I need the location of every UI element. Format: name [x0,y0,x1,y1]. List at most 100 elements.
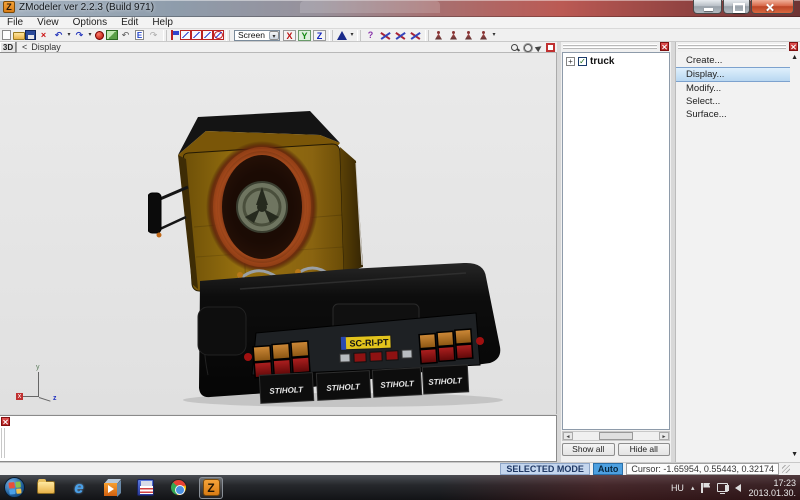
scroll-down-icon[interactable]: ▼ [791,451,798,458]
scene-tree-panel: + ✓ truck ◄ ► Show all Hide all [561,42,671,462]
maximize-button[interactable] [723,0,750,14]
screen-space-dropdown[interactable]: Screen ▾ [234,30,280,41]
chevron-down-icon[interactable]: ▾ [269,31,279,40]
mapper-disable-icon[interactable] [213,30,224,40]
rotate-tool-icon[interactable] [409,30,422,41]
viewport-back-arrow[interactable]: < [22,42,27,52]
command-select[interactable]: Select... [676,95,790,108]
delete-icon[interactable]: × [37,30,50,41]
menu-view[interactable]: View [30,17,66,29]
gizmo-cone-icon[interactable] [337,31,347,40]
close-button[interactable] [751,0,794,14]
ie-icon: e [74,479,83,497]
taskbar-chrome[interactable] [166,477,190,499]
viewport-view-name[interactable]: Display [31,42,61,52]
export-dropdown-icon[interactable]: ▾ [87,30,93,41]
zoom-icon[interactable] [510,43,521,52]
texture-browser-icon[interactable] [106,30,118,40]
panel-grip[interactable] [678,44,786,49]
mapper-box-icon[interactable] [180,30,191,40]
face-mode-icon[interactable] [462,30,475,41]
side-mirror[interactable] [148,187,188,238]
script-editor-icon[interactable]: E [135,30,144,40]
menu-file[interactable]: File [0,17,30,29]
show-all-button[interactable]: Show all [562,443,615,456]
truck-model[interactable]: SC-RI-PT STIHOLT [148,107,508,409]
command-modify[interactable]: Modify... [676,82,790,95]
move-tool-icon[interactable] [379,30,392,41]
start-button[interactable] [4,477,25,498]
pan-icon[interactable] [534,43,545,52]
action-center-flag-icon[interactable] [701,483,710,493]
object-mode-icon[interactable] [477,30,490,41]
tree-item-label[interactable]: truck [590,56,614,67]
menu-options[interactable]: Options [66,17,114,29]
open-file-icon[interactable] [13,32,25,40]
command-surface[interactable]: Surface... [676,108,790,121]
import-icon[interactable]: ↶ [52,30,65,41]
select-lasso-icon[interactable]: ? [364,30,377,41]
axis-x-button[interactable]: X [283,30,296,41]
mapper-box3-icon[interactable] [202,30,213,40]
new-file-icon[interactable] [2,30,11,40]
scene-tree-list[interactable]: + ✓ truck [562,52,670,430]
scrollbar-thumb[interactable] [599,432,633,440]
scene-tree-header[interactable] [561,42,671,52]
taskbar-internet-explorer[interactable]: e [67,477,91,499]
viewport-maximize-icon[interactable] [546,43,555,52]
commands-panel-header[interactable] [676,42,800,52]
undo-icon[interactable]: ↶ [119,30,132,41]
scroll-up-icon[interactable]: ▲ [791,54,798,61]
mapper-box2-icon[interactable] [191,30,202,40]
horizontal-scrollbar[interactable]: ◄ ► [562,431,670,441]
taskbar-media-app[interactable] [100,477,124,499]
language-indicator[interactable]: HU [671,483,684,493]
command-display[interactable]: Display... [676,67,790,82]
redo-icon[interactable]: ↷ [147,30,160,41]
uv-flag-icon[interactable] [169,30,180,40]
taskbar-save-app[interactable] [133,477,157,499]
export-icon[interactable]: ↷ [73,30,86,41]
mode-dropdown-icon[interactable]: ▾ [491,30,497,41]
texture-panel[interactable] [0,415,557,462]
material-editor-icon[interactable] [95,31,104,40]
viewport-settings-icon[interactable] [522,43,533,52]
gizmo-dropdown-icon[interactable]: ▾ [349,30,355,41]
tray-expand-icon[interactable]: ▴ [691,484,695,492]
save-file-icon[interactable] [25,30,36,40]
commands-panel-close-icon[interactable] [789,42,798,51]
visibility-checkbox[interactable]: ✓ [578,57,587,66]
taskbar-explorer[interactable] [34,477,58,499]
flame-emblem[interactable] [206,141,318,273]
clock[interactable]: 17:23 2013.01.30. [748,478,796,498]
menu-edit[interactable]: Edit [114,17,145,29]
viewport-canvas[interactable]: SC-RI-PT STIHOLT [0,53,557,414]
scale-tool-icon[interactable] [394,30,407,41]
auto-badge[interactable]: Auto [593,463,624,475]
import-dropdown-icon[interactable]: ▾ [66,30,72,41]
panel-grip[interactable] [1,428,6,458]
taskbar-zmodeler-active[interactable]: Z [199,477,223,499]
scroll-left-icon[interactable]: ◄ [563,432,573,440]
tree-row-truck[interactable]: + ✓ truck [563,53,669,67]
minimize-button[interactable] [693,0,722,14]
expand-icon[interactable]: + [566,57,575,66]
scrollbar-track[interactable] [573,432,659,440]
panel-grip[interactable] [563,44,657,49]
viewport-mode-button[interactable]: 3D [0,42,17,53]
window-titlebar[interactable]: Z ZModeler ver 2.2.3 (Build 971) [0,0,800,17]
volume-icon[interactable] [735,484,741,492]
axis-y-button[interactable]: Y [298,30,311,41]
zmodeler-app-icon[interactable]: Z [3,1,15,13]
axis-z-button[interactable]: Z [313,30,326,41]
edge-mode-icon[interactable] [447,30,460,41]
hide-all-button[interactable]: Hide all [618,443,671,456]
scroll-right-icon[interactable]: ► [659,432,669,440]
license-plate[interactable]: SC-RI-PT [341,335,391,350]
menu-help[interactable]: Help [145,17,180,29]
scene-tree-close-icon[interactable] [660,42,669,51]
command-create[interactable]: Create... [676,54,790,67]
vertex-mode-icon[interactable] [432,30,445,41]
texture-panel-close-icon[interactable] [1,417,10,426]
resize-grip[interactable] [782,465,790,473]
